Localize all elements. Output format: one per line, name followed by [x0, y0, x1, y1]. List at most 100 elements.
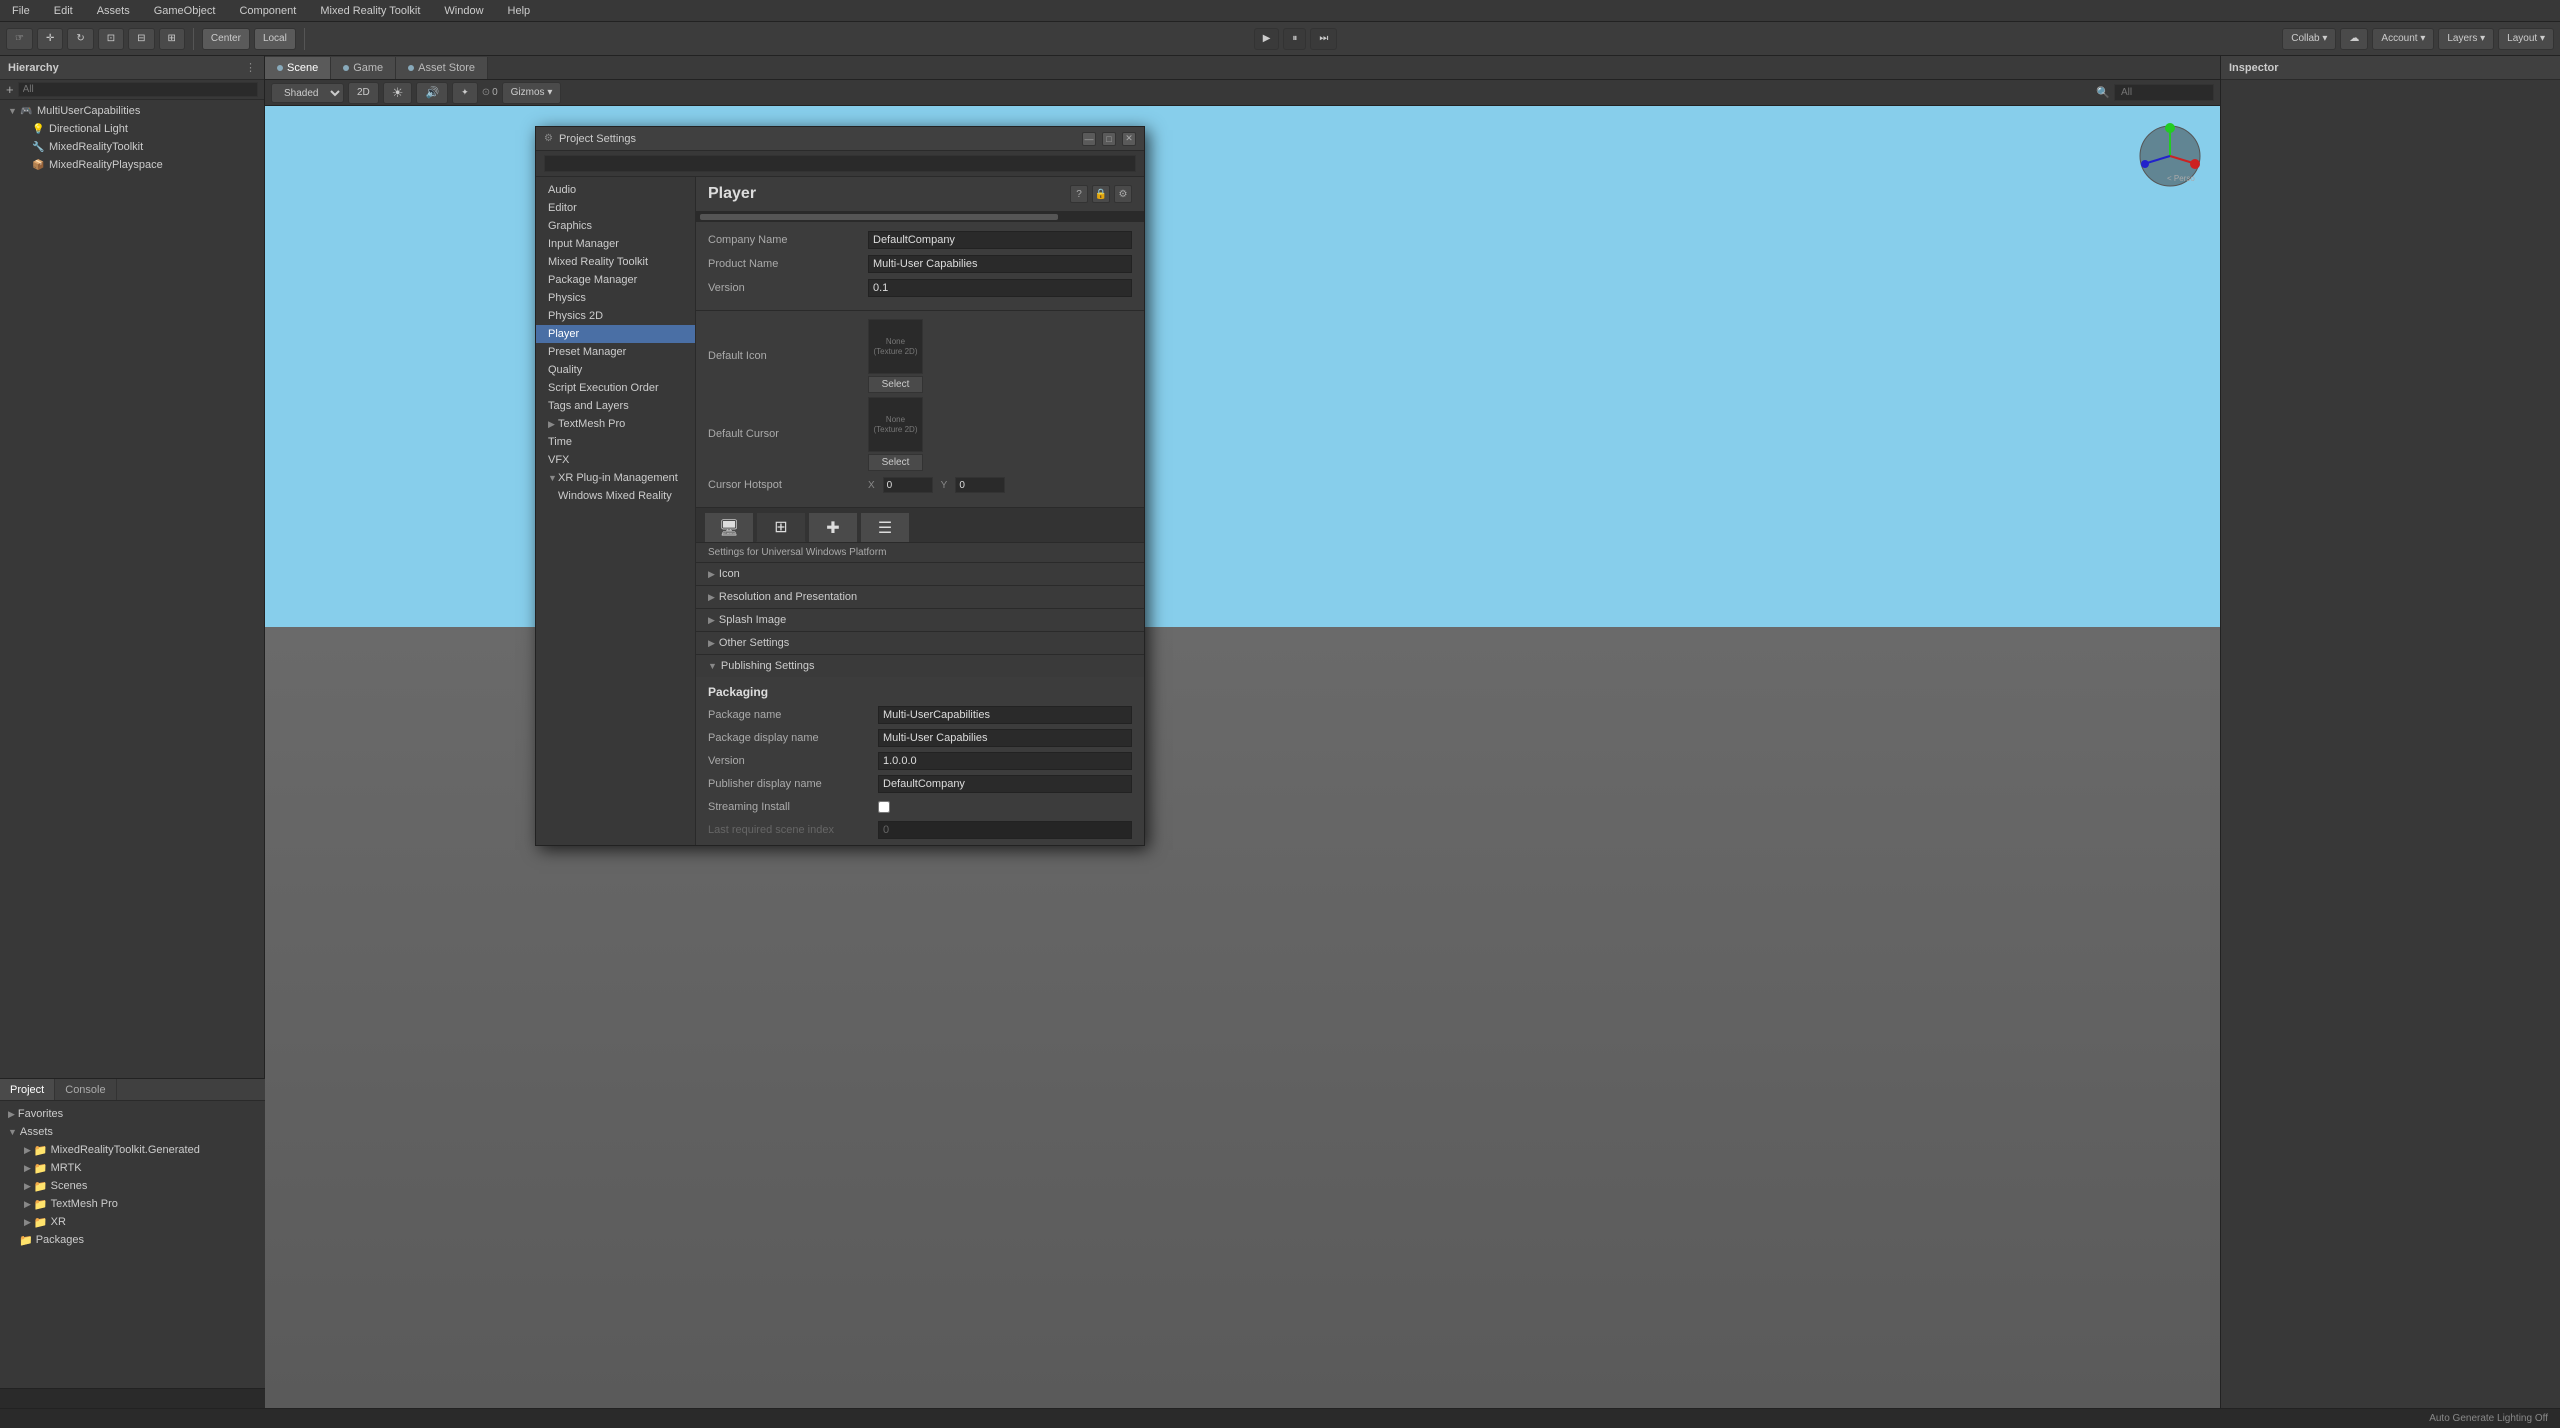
- plat-tab-webgl[interactable]: ✚: [808, 512, 858, 542]
- nav-time[interactable]: Time: [536, 433, 695, 451]
- default-icon-select-btn[interactable]: Select: [868, 376, 923, 393]
- tab-project[interactable]: Project: [0, 1079, 55, 1100]
- menu-item-gameobject[interactable]: GameObject: [150, 3, 220, 19]
- modal-close-btn[interactable]: ✕: [1122, 132, 1136, 146]
- default-cursor-select-btn[interactable]: Select: [868, 454, 923, 471]
- proj-mrtk-generated[interactable]: ▶ 📁 MixedRealityToolkit.Generated: [4, 1141, 261, 1159]
- hierarchy-item-root[interactable]: ▼ 🎮 MultiUserCapabilities: [0, 102, 264, 120]
- nav-package-manager[interactable]: Package Manager: [536, 271, 695, 289]
- nav-physics[interactable]: Physics: [536, 289, 695, 307]
- tab-asset-store[interactable]: Asset Store: [396, 57, 488, 79]
- twod-toggle[interactable]: 2D: [348, 82, 379, 104]
- menu-item-file[interactable]: File: [8, 3, 34, 19]
- local-toggle[interactable]: Local: [254, 28, 296, 50]
- lock-icon-btn[interactable]: 🔒: [1092, 185, 1110, 203]
- nav-textmesh[interactable]: ▶ TextMesh Pro: [536, 415, 695, 433]
- hotspot-x-input[interactable]: [883, 477, 933, 493]
- proj-packages[interactable]: 📁 Packages: [4, 1231, 261, 1249]
- company-name-input[interactable]: [868, 231, 1132, 249]
- publishing-section-header[interactable]: ▼ Publishing Settings: [696, 655, 1144, 677]
- nav-quality[interactable]: Quality: [536, 361, 695, 379]
- tool-move[interactable]: ✛: [37, 28, 63, 50]
- menu-item-window[interactable]: Window: [440, 3, 487, 19]
- plat-tab-standalone[interactable]: 🖥: [704, 512, 754, 542]
- nav-mrt[interactable]: Mixed Reality Toolkit: [536, 253, 695, 271]
- menu-item-component[interactable]: Component: [235, 3, 300, 19]
- product-name-input[interactable]: [868, 255, 1132, 273]
- menu-item-assets[interactable]: Assets: [93, 3, 134, 19]
- cloud-button[interactable]: ☁: [2340, 28, 2368, 50]
- gizmo-widget[interactable]: < Perso: [2135, 121, 2205, 191]
- pkg-name-input[interactable]: [878, 706, 1132, 724]
- hierarchy-item-light[interactable]: 💡 Directional Light: [0, 120, 264, 138]
- nav-graphics[interactable]: Graphics: [536, 217, 695, 235]
- account-button[interactable]: Account ▾: [2372, 28, 2434, 50]
- play-button[interactable]: ▶: [1254, 28, 1280, 50]
- publisher-display-input[interactable]: [878, 775, 1132, 793]
- icon-section-header[interactable]: ▶ Icon: [696, 563, 1144, 585]
- scene-audio-btn[interactable]: 🔊: [416, 82, 448, 104]
- scrollbar-thumb[interactable]: [700, 214, 1058, 220]
- tab-game[interactable]: Game: [331, 57, 396, 79]
- hierarchy-menu-btn[interactable]: ⋮: [245, 61, 256, 74]
- scene-search[interactable]: [2114, 84, 2214, 101]
- proj-mrtk[interactable]: ▶ 📁 MRTK: [4, 1159, 261, 1177]
- tool-rotate[interactable]: ↻: [67, 28, 93, 50]
- version-input[interactable]: [868, 279, 1132, 297]
- tool-all[interactable]: ⊞: [159, 28, 185, 50]
- resolution-section-header[interactable]: ▶ Resolution and Presentation: [696, 586, 1144, 608]
- tool-scale[interactable]: ⊡: [98, 28, 124, 50]
- nav-wmr[interactable]: Windows Mixed Reality: [536, 487, 695, 505]
- scene-lights-btn[interactable]: ☀: [383, 82, 413, 104]
- tab-scene[interactable]: Scene: [265, 57, 331, 79]
- splash-section-header[interactable]: ▶ Splash Image: [696, 609, 1144, 631]
- gizmos-btn[interactable]: Gizmos ▾: [502, 82, 562, 104]
- proj-scenes[interactable]: ▶ 📁 Scenes: [4, 1177, 261, 1195]
- help-icon-btn[interactable]: ?: [1070, 185, 1088, 203]
- pkg-display-input[interactable]: [878, 729, 1132, 747]
- nav-editor[interactable]: Editor: [536, 199, 695, 217]
- tab-console[interactable]: Console: [55, 1079, 116, 1100]
- hierarchy-search[interactable]: [18, 82, 258, 97]
- modal-minimize-btn[interactable]: —: [1082, 132, 1096, 146]
- hotspot-y-input[interactable]: [955, 477, 1005, 493]
- nav-input-manager[interactable]: Input Manager: [536, 235, 695, 253]
- modal-search-input[interactable]: [544, 155, 1136, 172]
- nav-physics2d[interactable]: Physics 2D: [536, 307, 695, 325]
- shading-select[interactable]: Shaded: [271, 83, 344, 103]
- streaming-checkbox[interactable]: [878, 801, 890, 813]
- collab-button[interactable]: Collab ▾: [2282, 28, 2336, 50]
- proj-textmesh[interactable]: ▶ 📁 TextMesh Pro: [4, 1195, 261, 1213]
- tool-rect[interactable]: ⊟: [128, 28, 154, 50]
- add-hierarchy-btn[interactable]: +: [6, 82, 14, 97]
- center-toggle[interactable]: Center: [202, 28, 250, 50]
- gear-icon-btn[interactable]: ⚙: [1114, 185, 1132, 203]
- pub-version-input[interactable]: [878, 752, 1132, 770]
- menu-item-edit[interactable]: Edit: [50, 3, 77, 19]
- tool-hand[interactable]: ☞: [6, 28, 33, 50]
- menu-item-mrt[interactable]: Mixed Reality Toolkit: [316, 3, 424, 19]
- proj-xr[interactable]: ▶ 📁 XR: [4, 1213, 261, 1231]
- layers-button[interactable]: Layers ▾: [2438, 28, 2494, 50]
- nav-xr[interactable]: ▼ XR Plug-in Management: [536, 469, 695, 487]
- nav-vfx[interactable]: VFX: [536, 451, 695, 469]
- nav-tags-layers[interactable]: Tags and Layers: [536, 397, 695, 415]
- nav-preset-manager[interactable]: Preset Manager: [536, 343, 695, 361]
- last-required-input[interactable]: [878, 821, 1132, 839]
- scene-effects-btn[interactable]: ✦: [452, 82, 478, 104]
- pause-button[interactable]: ⏸: [1283, 28, 1306, 50]
- hierarchy-item-mrtk[interactable]: 🔧 MixedRealityToolkit: [0, 138, 264, 156]
- hierarchy-item-playspace[interactable]: 📦 MixedRealityPlayspace: [0, 156, 264, 174]
- layout-button[interactable]: Layout ▾: [2498, 28, 2554, 50]
- proj-assets[interactable]: ▼ Assets: [4, 1123, 261, 1141]
- plat-tab-android[interactable]: ☰: [860, 512, 910, 542]
- nav-audio[interactable]: Audio: [536, 181, 695, 199]
- step-button[interactable]: ⏭: [1310, 28, 1337, 50]
- nav-player[interactable]: Player: [536, 325, 695, 343]
- modal-maximize-btn[interactable]: □: [1102, 132, 1116, 146]
- nav-script-execution[interactable]: Script Execution Order: [536, 379, 695, 397]
- proj-favorites[interactable]: ▶ Favorites: [4, 1105, 261, 1123]
- menu-item-help[interactable]: Help: [504, 3, 535, 19]
- other-section-header[interactable]: ▶ Other Settings: [696, 632, 1144, 654]
- plat-tab-uwp[interactable]: ⊞: [756, 512, 806, 542]
